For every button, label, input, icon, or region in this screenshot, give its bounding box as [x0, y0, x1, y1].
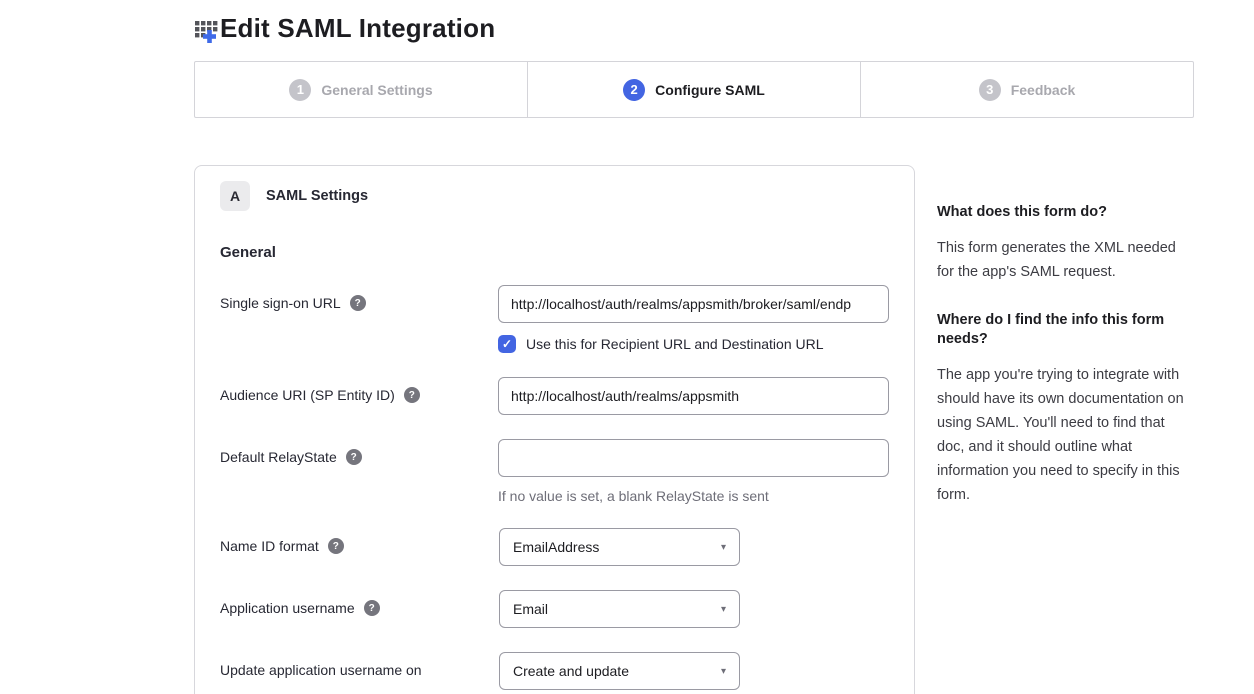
step-number-badge: 1	[289, 79, 311, 101]
help-sidebar: What does this form do? This form genera…	[937, 165, 1195, 534]
field-label-text: Name ID format	[220, 538, 319, 554]
field-label: Audience URI (SP Entity ID) ?	[220, 377, 498, 403]
chevron-down-icon: ▾	[721, 666, 726, 677]
help-icon[interactable]: ?	[346, 449, 362, 465]
field-label-text: Audience URI (SP Entity ID)	[220, 387, 395, 403]
sidebar-body-where: The app you're trying to integrate with …	[937, 363, 1195, 507]
edit-saml-integration-page: Edit SAML Integration 1 General Settings…	[0, 0, 1254, 694]
help-icon[interactable]: ?	[328, 538, 344, 554]
section-a-badge: A	[220, 181, 250, 211]
checked-checkbox-icon[interactable]: ✓	[498, 335, 516, 353]
application-username-select[interactable]: Email ▾	[499, 590, 740, 628]
select-value: Create and update	[513, 663, 629, 679]
help-icon[interactable]: ?	[364, 600, 380, 616]
step-number-badge: 2	[623, 79, 645, 101]
sidebar-heading-what: What does this form do?	[937, 203, 1195, 222]
panel-header: A SAML Settings	[220, 181, 889, 211]
field-audience-uri: Audience URI (SP Entity ID) ?	[220, 377, 889, 415]
step-label: Feedback	[1011, 82, 1076, 98]
field-update-application-username: Update application username on Create an…	[220, 652, 889, 690]
app-grid-plus-icon	[194, 17, 220, 43]
field-label: Application username ?	[220, 590, 499, 616]
field-label: Single sign-on URL ?	[220, 285, 498, 311]
field-single-sign-on-url: Single sign-on URL ? ✓ Use this for Reci…	[220, 285, 889, 353]
field-label-text: Default RelayState	[220, 449, 337, 465]
help-icon[interactable]: ?	[350, 295, 366, 311]
recipient-destination-checkbox-row: ✓ Use this for Recipient URL and Destina…	[498, 335, 889, 353]
wizard-steps-bar: 1 General Settings 2 Configure SAML 3 Fe…	[194, 61, 1194, 118]
field-default-relaystate: Default RelayState ? If no value is set,…	[220, 439, 889, 504]
general-section-title: General	[220, 244, 889, 261]
audience-uri-input[interactable]	[498, 377, 889, 415]
page-header: Edit SAML Integration	[194, 0, 1254, 44]
sidebar-body-what: This form generates the XML needed for t…	[937, 236, 1195, 284]
page-title: Edit SAML Integration	[220, 13, 495, 44]
update-application-username-select[interactable]: Create and update ▾	[499, 652, 740, 690]
field-label: Name ID format ?	[220, 528, 499, 554]
step-configure-saml[interactable]: 2 Configure SAML	[527, 62, 860, 117]
saml-settings-panel: A SAML Settings General Single sign-on U…	[194, 165, 915, 694]
help-icon[interactable]: ?	[404, 387, 420, 403]
step-label: General Settings	[321, 82, 432, 98]
sidebar-heading-where: Where do I find the info this form needs…	[937, 311, 1195, 349]
single-sign-on-url-input[interactable]	[498, 285, 889, 323]
select-value: Email	[513, 601, 548, 617]
field-label: Default RelayState ?	[220, 439, 498, 465]
field-label-text: Update application username on	[220, 662, 422, 678]
select-value: EmailAddress	[513, 539, 599, 555]
field-application-username: Application username ? Email ▾	[220, 590, 889, 628]
step-general-settings[interactable]: 1 General Settings	[195, 62, 527, 117]
default-relaystate-input[interactable]	[498, 439, 889, 477]
panel-title: SAML Settings	[266, 188, 368, 204]
field-label-text: Single sign-on URL	[220, 295, 341, 311]
step-label: Configure SAML	[655, 82, 765, 98]
chevron-down-icon: ▾	[721, 604, 726, 615]
checkbox-label[interactable]: Use this for Recipient URL and Destinati…	[526, 336, 824, 352]
field-label-text: Application username	[220, 600, 355, 616]
field-label: Update application username on	[220, 652, 499, 678]
chevron-down-icon: ▾	[721, 542, 726, 553]
step-number-badge: 3	[979, 79, 1001, 101]
relaystate-helper-text: If no value is set, a blank RelayState i…	[498, 488, 889, 504]
field-name-id-format: Name ID format ? EmailAddress ▾	[220, 528, 889, 566]
name-id-format-select[interactable]: EmailAddress ▾	[499, 528, 740, 566]
step-feedback[interactable]: 3 Feedback	[860, 62, 1193, 117]
